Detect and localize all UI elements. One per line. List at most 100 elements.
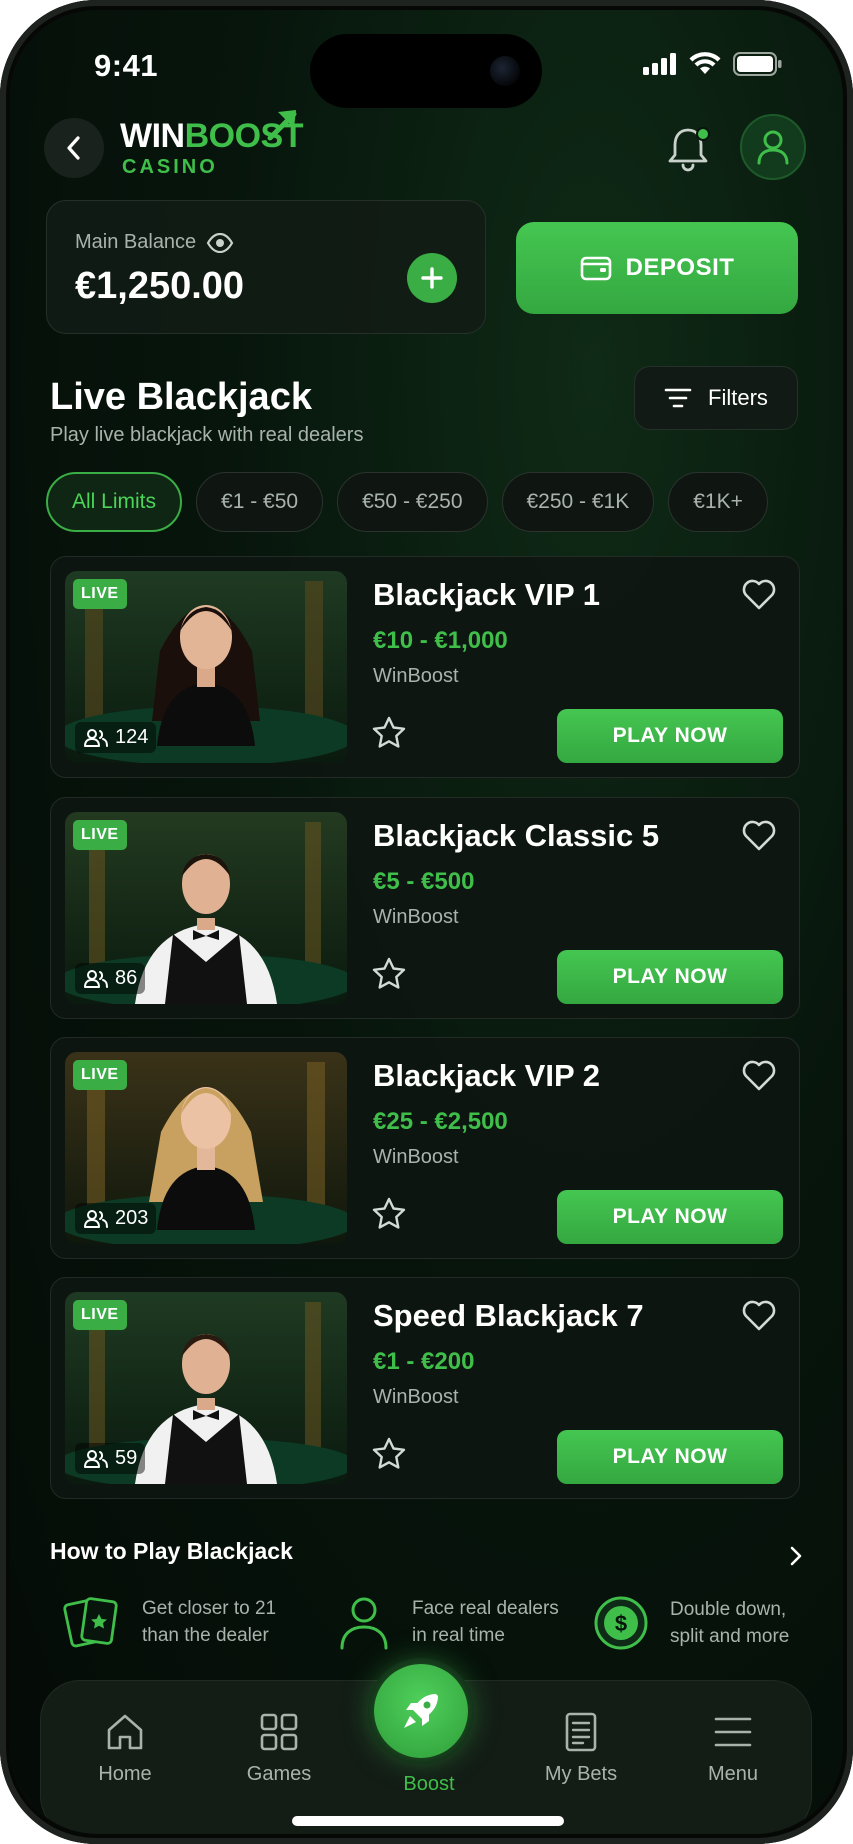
viewer-count-value: 86 [115,967,138,989]
winboost-logo[interactable]: WINBOOST CASINO [120,110,304,179]
game-card[interactable]: LIVE 124 Blackjack VIP 1 €10 - €1,000 Wi… [50,556,800,778]
plus-icon [421,267,443,289]
heart-icon[interactable] [741,579,777,611]
balance-card: Main Balance €1,250.00 [46,200,486,334]
add-funds-button[interactable] [407,253,457,303]
star-icon[interactable] [371,956,407,990]
camera-icon [490,56,520,86]
deposit-label: DEPOSIT [625,254,735,281]
tip-item: $ Double down, split and more [592,1594,789,1652]
game-provider: WinBoost [373,906,459,928]
boost-button[interactable] [374,1664,468,1758]
heart-icon[interactable] [741,1060,777,1092]
game-limits: €5 - €500 [373,868,475,895]
viewer-count: 203 [75,1203,157,1234]
game-title: Blackjack VIP 1 [373,577,600,612]
tip-item: Get closer to 21 than the dealer [62,1594,276,1650]
heart-icon[interactable] [741,1300,777,1332]
game-card[interactable]: LIVE 59 Speed Blackjack 7 €1 - €200 WinB… [50,1277,800,1499]
live-badge: LIVE [73,1060,127,1090]
viewer-count-value: 124 [115,726,149,748]
game-provider: WinBoost [373,665,459,687]
dollar-coin-icon: $ [594,1596,648,1650]
notification-dot [696,127,710,141]
users-icon [84,1209,108,1228]
profile-button[interactable] [740,114,806,180]
balance-label: Main Balance [75,231,197,253]
game-provider: WinBoost [373,1386,459,1408]
page-title: Live Blackjack [50,376,312,418]
game-card[interactable]: LIVE 86 Blackjack Classic 5 €5 - €500 Wi… [50,797,800,1019]
nav-menu[interactable]: Menu [673,1711,793,1786]
tip-text: Face real dealers in real time [412,1595,559,1649]
tip-line: split and more [670,1626,790,1647]
star-icon[interactable] [371,715,407,749]
dealer-thumbnail[interactable]: LIVE 86 [65,812,347,1004]
users-icon [84,1449,108,1468]
person-icon [340,1597,388,1650]
nav-boost-label: Boost [403,1773,455,1795]
dealer-thumbnail[interactable]: LIVE 203 [65,1052,347,1244]
rocket-icon [404,1694,438,1728]
phone-frame: 9:41 WINBOOST CASINO Main Balance €1,250… [0,0,853,1844]
deposit-button[interactable]: DEPOSIT [516,222,798,314]
limit-chips: All Limits €1 - €50 €50 - €250 €250 - €1… [46,472,768,532]
users-icon [84,728,108,747]
chip-1k-plus[interactable]: €1K+ [668,472,768,532]
tip-line: Face real dealers [412,1598,559,1619]
dealer-thumbnail[interactable]: LIVE 59 [65,1292,347,1484]
viewer-count-value: 203 [115,1207,149,1229]
filter-icon [664,388,692,408]
play-now-button[interactable]: PLAY NOW [557,1430,783,1484]
status-icons [643,52,783,76]
chip-1-50[interactable]: €1 - €50 [196,472,324,532]
tip-line: Get closer to 21 [142,1598,277,1619]
svg-text:$: $ [615,1611,627,1636]
nav-games-label: Games [246,1763,312,1785]
game-card[interactable]: LIVE 203 Blackjack VIP 2 €25 - €2,500 Wi… [50,1037,800,1259]
game-limits: €10 - €1,000 [373,627,508,654]
game-title: Blackjack Classic 5 [373,818,660,853]
how-to-play-title[interactable]: How to Play Blackjack [50,1538,293,1565]
home-indicator [292,1816,564,1826]
heart-icon[interactable] [741,820,777,852]
dealer-thumbnail[interactable]: LIVE 124 [65,571,347,763]
menu-icon [714,1717,752,1747]
signal-icon [643,53,676,75]
tip-text: Double down, split and more [670,1596,789,1650]
game-limits: €25 - €2,500 [373,1108,508,1135]
chip-all-limits[interactable]: All Limits [46,472,183,532]
star-icon[interactable] [371,1196,407,1230]
chevron-right-icon[interactable] [788,1544,804,1568]
notifications-button[interactable] [664,124,714,174]
play-now-button[interactable]: PLAY NOW [557,709,783,763]
nav-boost[interactable]: Boost [369,1773,489,1796]
play-now-button[interactable]: PLAY NOW [557,1190,783,1244]
chip-250-1k[interactable]: €250 - €1K [501,472,655,532]
nav-home[interactable]: Home [65,1711,185,1786]
back-button[interactable] [44,118,104,178]
nav-games[interactable]: Games [219,1711,339,1786]
nav-my-bets[interactable]: My Bets [521,1711,641,1786]
balance-value: €1,250.00 [75,265,245,307]
viewer-count: 124 [75,722,157,753]
page-subtitle: Play live blackjack with real dealers [50,424,364,446]
dynamic-island [310,34,542,108]
star-icon[interactable] [371,1436,407,1470]
nav-home-label: Home [98,1763,152,1785]
chip-50-250[interactable]: €50 - €250 [337,472,488,532]
tip-text: Get closer to 21 than the dealer [142,1595,276,1649]
logo-subtitle: CASINO [122,156,218,178]
tip-line: than the dealer [142,1625,269,1646]
filters-button[interactable]: Filters [634,366,798,430]
live-badge: LIVE [73,1300,127,1330]
play-now-button[interactable]: PLAY NOW [557,950,783,1004]
nav-my-bets-label: My Bets [544,1763,618,1785]
battery-icon [733,52,782,76]
live-badge: LIVE [73,820,127,850]
tip-line: in real time [412,1625,505,1646]
viewer-count: 59 [75,1443,146,1474]
live-badge: LIVE [73,579,127,609]
eye-icon[interactable] [206,232,234,253]
game-provider: WinBoost [373,1146,459,1168]
